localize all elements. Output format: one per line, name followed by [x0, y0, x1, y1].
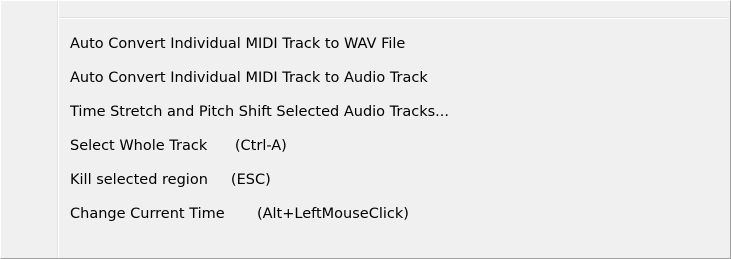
menu-item-change-current-time[interactable]: Change Current Time (Alt+LeftMouseClick)	[1, 197, 730, 231]
menu-item-time-stretch-pitch-shift[interactable]: Time Stretch and Pitch Shift Selected Au…	[1, 95, 730, 129]
menu-item-select-whole-track[interactable]: Select Whole Track (Ctrl-A)	[1, 129, 730, 163]
menu-item-convert-midi-to-wav[interactable]: Auto Convert Individual MIDI Track to WA…	[1, 27, 730, 61]
context-menu: Auto Convert Individual MIDI Track to WA…	[0, 0, 731, 259]
menu-items: Auto Convert Individual MIDI Track to WA…	[1, 27, 730, 231]
menu-item-convert-midi-to-audio-track[interactable]: Auto Convert Individual MIDI Track to Au…	[1, 61, 730, 95]
menu-item-kill-selected-region[interactable]: Kill selected region (ESC)	[1, 163, 730, 197]
menu-separator-highlight	[59, 18, 727, 19]
